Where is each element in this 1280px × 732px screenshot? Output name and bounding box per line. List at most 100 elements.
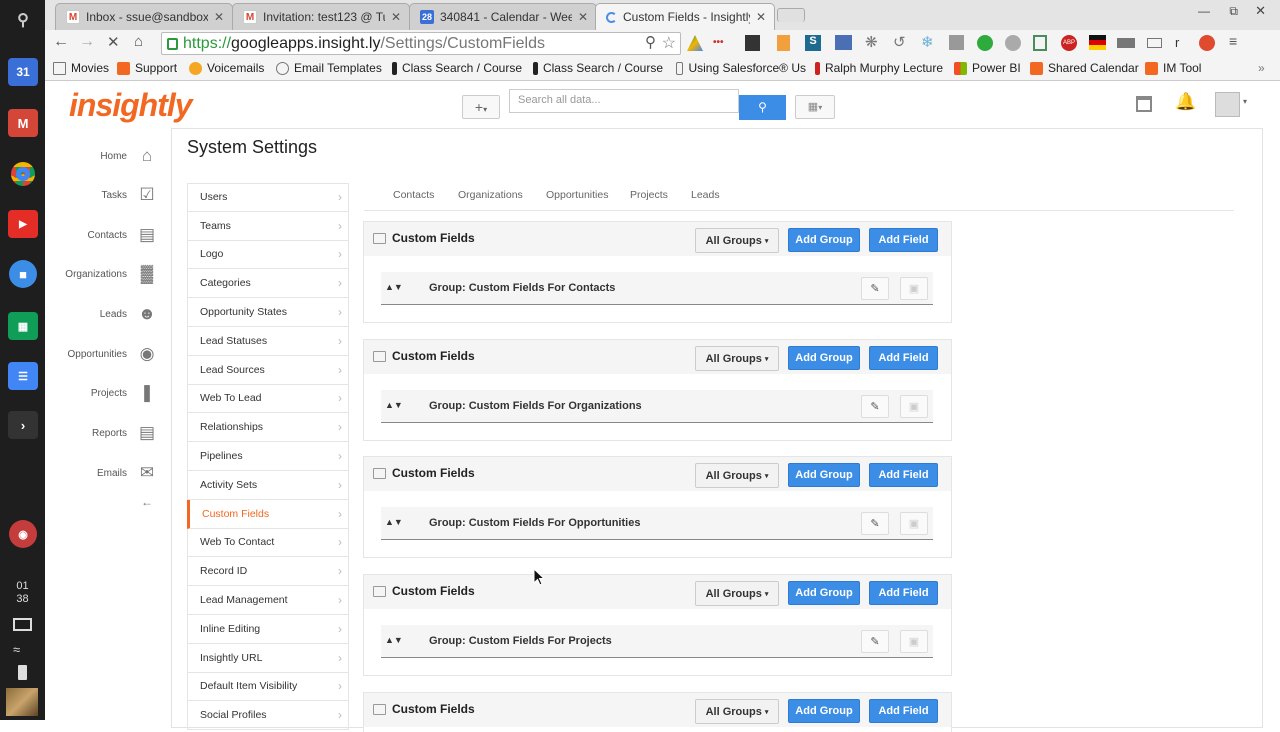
add-field-button[interactable]: Add Field: [869, 581, 938, 605]
user-avatar-icon[interactable]: [6, 688, 38, 716]
extension-dots-icon[interactable]: •••: [713, 37, 724, 48]
system-clock[interactable]: 01 38: [0, 580, 45, 606]
quick-add-button[interactable]: +▾: [462, 95, 500, 119]
r-extension-icon[interactable]: r: [1175, 35, 1179, 50]
forward-icon[interactable]: →: [79, 33, 95, 51]
all-groups-dropdown[interactable]: All Groups ▾: [695, 581, 779, 606]
clipboard-icon[interactable]: [777, 35, 790, 51]
record-app-icon[interactable]: ◉: [9, 520, 37, 548]
edit-button[interactable]: ✎: [861, 512, 889, 535]
delete-button[interactable]: ▣: [900, 512, 928, 535]
bookmark-item[interactable]: Movies: [53, 61, 109, 75]
wifi-icon[interactable]: ≈: [13, 642, 20, 657]
add-group-button[interactable]: Add Group: [788, 463, 860, 487]
adblock-icon[interactable]: ABP: [1061, 35, 1077, 51]
bookmark-item[interactable]: Shared Calendar: [1030, 61, 1139, 75]
nav-emails[interactable]: Emails ✉: [45, 458, 171, 488]
edit-button[interactable]: ✎: [861, 395, 889, 418]
add-group-button[interactable]: Add Group: [788, 699, 860, 723]
nav-tasks[interactable]: Tasks ☑: [45, 180, 171, 210]
tab-contacts[interactable]: Contacts: [393, 189, 434, 201]
chevron-down-icon[interactable]: ▾: [1243, 97, 1247, 106]
delete-button[interactable]: ▣: [900, 630, 928, 653]
settings-menu-item[interactable]: Social Profiles ›: [187, 701, 349, 731]
docs-app-icon[interactable]: ☰: [8, 362, 38, 390]
gear-icon[interactable]: ❋: [865, 33, 878, 51]
search-input[interactable]: Search all data...: [509, 89, 739, 113]
all-groups-dropdown[interactable]: All Groups ▾: [695, 228, 779, 253]
settings-menu-item[interactable]: Lead Statuses ›: [187, 326, 349, 356]
edit-button[interactable]: ✎: [861, 277, 889, 300]
flag-icon[interactable]: [1089, 35, 1106, 50]
close-icon[interactable]: ✕: [578, 10, 588, 24]
settings-menu-item[interactable]: Activity Sets ›: [187, 470, 349, 500]
history-icon[interactable]: ↺: [893, 33, 906, 51]
cast-icon[interactable]: [1147, 38, 1162, 48]
all-groups-dropdown[interactable]: All Groups ▾: [695, 699, 779, 724]
nav-opportunities[interactable]: Opportunities ◉: [45, 339, 171, 369]
bookmark-item[interactable]: Power BI: [954, 61, 1021, 75]
add-group-button[interactable]: Add Group: [788, 581, 860, 605]
nav-reports[interactable]: Reports ▤: [45, 418, 171, 448]
add-field-button[interactable]: Add Field: [869, 228, 938, 252]
evernote-icon[interactable]: [977, 35, 993, 51]
all-groups-dropdown[interactable]: All Groups ▾: [695, 346, 779, 371]
browser-tab-inbox[interactable]: M Inbox - ssue@sandboxon ✕: [55, 3, 233, 30]
nav-projects[interactable]: Projects ❚: [45, 378, 171, 408]
settings-menu-item[interactable]: Default Item Visibility ›: [187, 672, 349, 702]
settings-menu-item[interactable]: Insightly URL ›: [187, 643, 349, 673]
sheets-app-icon[interactable]: ▦: [8, 312, 38, 340]
settings-menu-item[interactable]: Logo ›: [187, 240, 349, 270]
new-tab-button[interactable]: [777, 8, 805, 22]
battery-icon[interactable]: [18, 665, 27, 680]
view-menu-button[interactable]: ▦▾: [795, 95, 835, 119]
home-icon[interactable]: ⌂: [134, 33, 143, 50]
sort-arrows-icon[interactable]: ▲▼: [385, 282, 403, 292]
stop-icon[interactable]: ✕: [107, 33, 120, 51]
tab-organizations[interactable]: Organizations: [458, 189, 523, 201]
settings-menu-item[interactable]: Opportunity States ›: [187, 298, 349, 327]
tab-opportunities[interactable]: Opportunities: [546, 189, 608, 201]
sort-arrows-icon[interactable]: ▲▼: [385, 517, 403, 527]
nav-leads[interactable]: Leads ☻: [45, 299, 171, 329]
add-group-button[interactable]: Add Group: [788, 228, 860, 252]
nav-home[interactable]: Home ⌂: [45, 141, 171, 171]
address-bar[interactable]: https:// googleapps.insight.ly /Settings…: [161, 32, 681, 55]
tab-leads[interactable]: Leads: [691, 189, 720, 201]
files-app-icon[interactable]: ■: [9, 260, 37, 288]
delete-button[interactable]: ▣: [900, 277, 928, 300]
add-group-button[interactable]: Add Group: [788, 346, 860, 370]
close-icon[interactable]: ✕: [391, 10, 401, 24]
minimize-icon[interactable]: ―: [1198, 4, 1210, 18]
extension-icon[interactable]: [949, 35, 964, 50]
gmail-app-icon[interactable]: M: [8, 109, 38, 137]
bookmark-star-icon[interactable]: ☆: [662, 33, 676, 53]
h-extension-icon[interactable]: [1005, 35, 1021, 51]
settings-menu-item-active[interactable]: Custom Fields ›: [187, 499, 349, 529]
bookmark-item[interactable]: Class Search / Course: [533, 61, 663, 75]
all-groups-dropdown[interactable]: All Groups ▾: [695, 463, 779, 488]
chrome-app-icon[interactable]: [8, 160, 38, 188]
calendar-app-icon[interactable]: 31: [8, 58, 38, 86]
add-field-button[interactable]: Add Field: [869, 463, 938, 487]
film-icon[interactable]: [745, 35, 760, 51]
settings-menu-item[interactable]: Pipelines ›: [187, 442, 349, 471]
extension-icon[interactable]: [1199, 35, 1215, 51]
settings-menu-item[interactable]: Inline Editing ›: [187, 614, 349, 644]
bookmark-item[interactable]: Voicemails: [189, 61, 264, 75]
extension-icon[interactable]: [1117, 38, 1135, 48]
maximize-icon[interactable]: ⧉: [1229, 4, 1238, 19]
back-icon[interactable]: ←: [53, 33, 69, 51]
nav-contacts[interactable]: Contacts ▤: [45, 220, 171, 250]
snowflake-icon[interactable]: ❄: [921, 33, 934, 51]
window-close-icon[interactable]: ✕: [1255, 3, 1266, 19]
browser-tab-calendar[interactable]: 28 340841 - Calendar - Week ✕: [409, 3, 597, 30]
settings-menu-item[interactable]: Lead Management ›: [187, 586, 349, 615]
search-icon[interactable]: ⚲: [8, 6, 38, 34]
bookmark-item[interactable]: Ralph Murphy Lecture: [815, 61, 943, 75]
bookmark-item[interactable]: Using Salesforce® Us: [676, 61, 806, 75]
expand-shelf-icon[interactable]: ›: [8, 411, 38, 439]
avatar[interactable]: [1215, 92, 1240, 117]
bookmark-item[interactable]: Support: [117, 61, 177, 75]
close-icon[interactable]: ✕: [756, 10, 766, 24]
